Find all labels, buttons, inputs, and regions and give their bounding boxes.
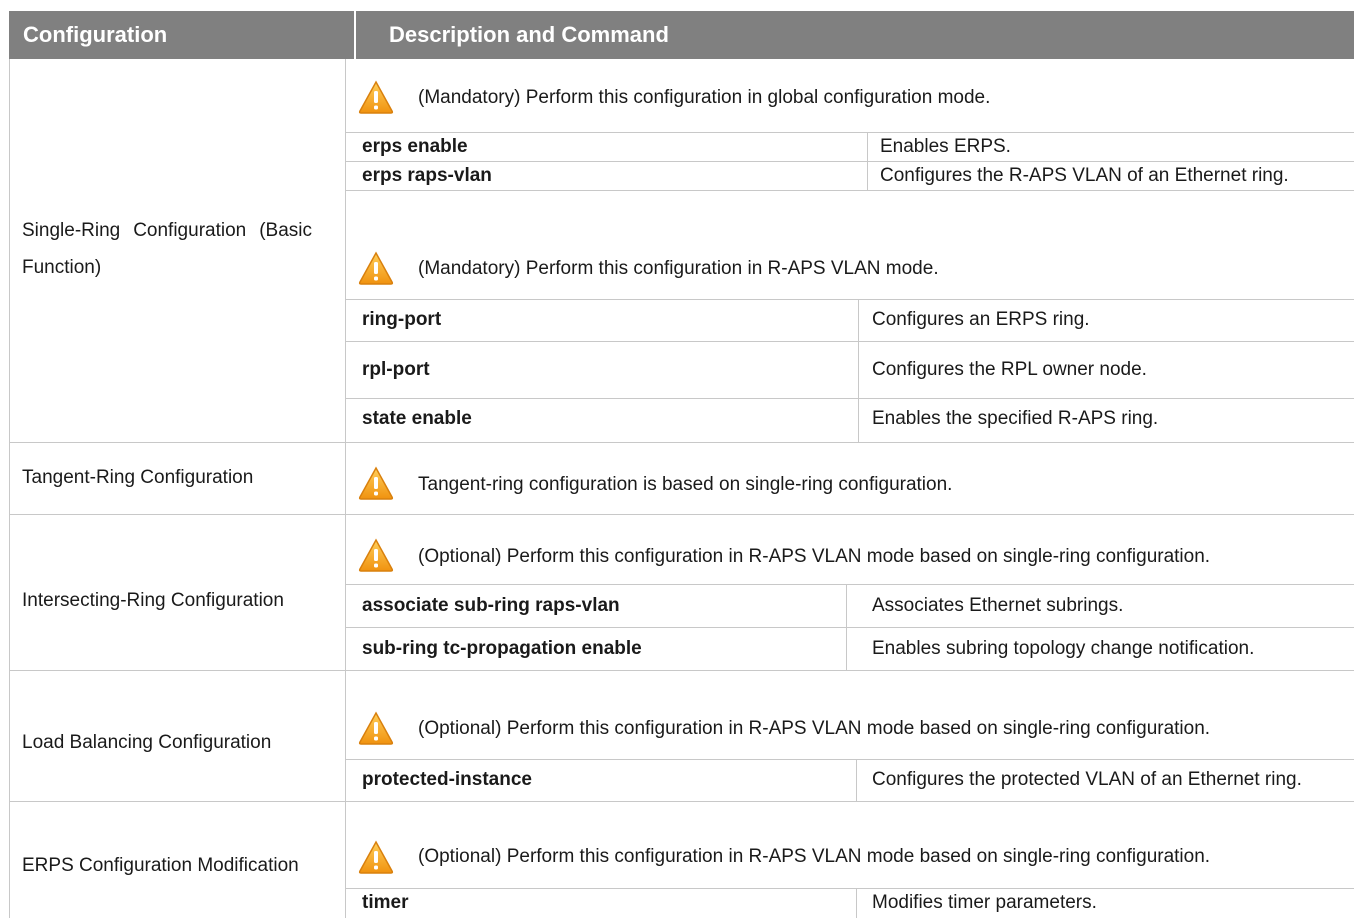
note-text: (Optional) Perform this configuration in…	[418, 846, 1211, 867]
header-configuration: Configuration	[23, 22, 168, 47]
grid-vertical-middle	[345, 59, 346, 918]
grid-vertical-cmd-d	[856, 759, 857, 801]
command-protected-instance: protected-instance	[362, 769, 532, 790]
header-description: Description and Command	[389, 22, 669, 47]
command-desc: Configures the R-APS VLAN of an Ethernet…	[880, 165, 1289, 186]
grid-h	[9, 442, 1354, 443]
grid-h	[9, 670, 1354, 671]
config-load-balancing: Load Balancing Configuration	[22, 732, 272, 753]
grid-h	[345, 190, 1354, 191]
command-desc: Modifies timer parameters.	[872, 892, 1097, 913]
note-text: (Mandatory) Perform this configuration i…	[418, 87, 991, 108]
command-desc: Configures an ERPS ring.	[872, 309, 1090, 330]
grid-vertical-cmd-b	[858, 299, 859, 442]
config-tangent-ring: Tangent-Ring Configuration	[22, 467, 254, 488]
command-desc: Configures the RPL owner node.	[872, 359, 1147, 380]
note-text: (Optional) Perform this configuration in…	[418, 718, 1211, 739]
warning-icon	[358, 538, 394, 572]
table-header: Configuration Description and Command	[9, 11, 1354, 59]
grid-vertical-left	[9, 59, 10, 918]
command-sub-ring-tc: sub-ring tc-propagation enable	[362, 638, 642, 659]
note-text: (Optional) Perform this configuration in…	[418, 546, 1211, 567]
command-associate-sub-ring: associate sub-ring raps-vlan	[362, 595, 620, 616]
header-divider	[354, 11, 356, 59]
note-text: Tangent-ring configuration is based on s…	[418, 474, 953, 495]
command-desc: Configures the protected VLAN of an Ethe…	[872, 769, 1302, 790]
grid-vertical-cmd-e	[856, 888, 857, 918]
command-erps-raps-vlan: erps raps-vlan	[362, 165, 492, 186]
warning-icon	[358, 711, 394, 745]
grid-h	[345, 341, 1354, 342]
command-desc: Associates Ethernet subrings.	[872, 595, 1124, 616]
command-rpl-port: rpl-port	[362, 359, 430, 380]
command-desc: Enables the specified R-APS ring.	[872, 408, 1159, 429]
command-erps-enable: erps enable	[362, 136, 468, 157]
command-desc: Enables ERPS.	[880, 136, 1011, 157]
config-intersecting-ring: Intersecting-Ring Configuration	[22, 590, 284, 611]
warning-icon	[358, 80, 394, 114]
grid-h	[9, 514, 1354, 515]
grid-h	[345, 888, 1354, 889]
grid-h	[345, 759, 1354, 760]
note-text: (Mandatory) Perform this configuration i…	[418, 258, 939, 279]
command-timer: timer	[362, 892, 409, 913]
grid-h	[345, 627, 1354, 628]
grid-h	[345, 398, 1354, 399]
warning-icon	[358, 466, 394, 500]
grid-h	[345, 132, 1354, 133]
grid-h	[9, 801, 1354, 802]
grid-h	[345, 299, 1354, 300]
command-desc: Enables subring topology change notifica…	[872, 638, 1255, 659]
command-state-enable: state enable	[362, 408, 472, 429]
config-erps-modification: ERPS Configuration Modification	[22, 855, 299, 876]
warning-icon	[358, 251, 394, 285]
grid-h	[345, 584, 1354, 585]
warning-icon	[358, 840, 394, 874]
config-single-ring: Single-Ring Configuration (Basic Functio…	[22, 220, 312, 278]
command-ring-port: ring-port	[362, 309, 442, 330]
